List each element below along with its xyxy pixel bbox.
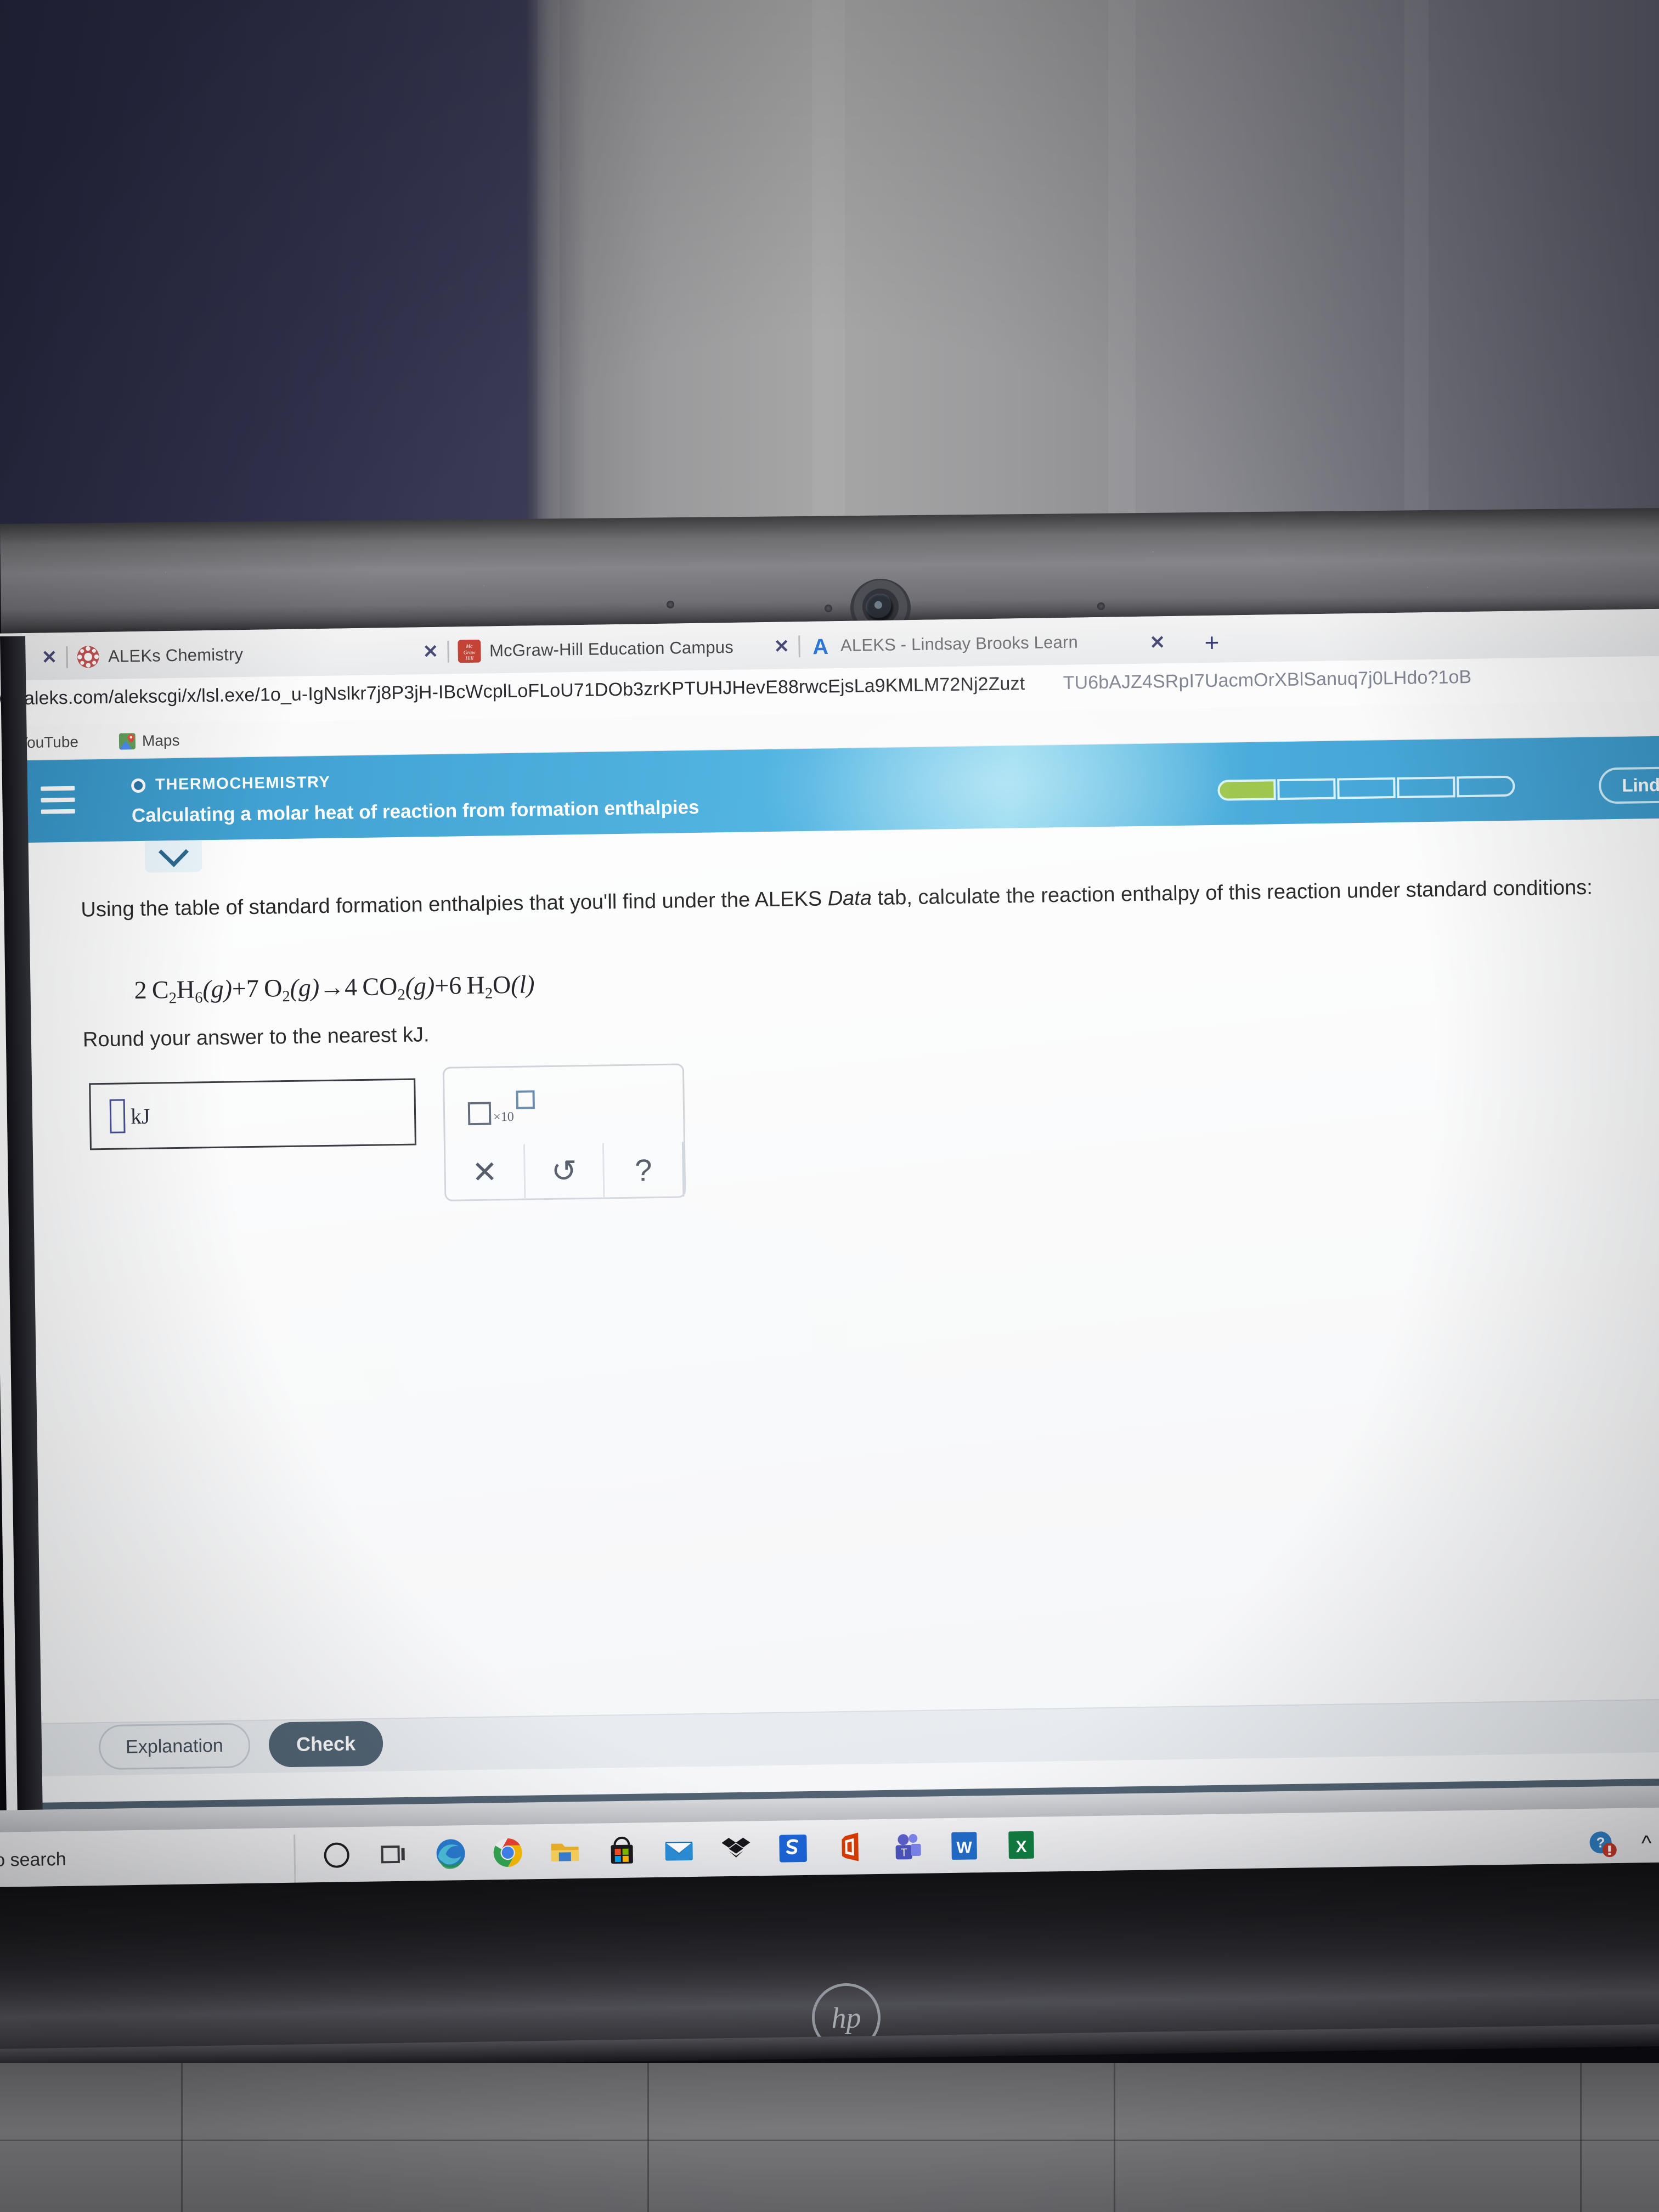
action-bar: ^ Explanation Check bbox=[27, 1699, 1659, 1777]
taskbar-icon-group: T W X bbox=[318, 1827, 1040, 1874]
file-explorer-icon[interactable] bbox=[546, 1833, 583, 1870]
svg-text:A: A bbox=[812, 635, 828, 658]
microsoft-excel-icon[interactable]: X bbox=[1003, 1827, 1040, 1864]
answer-caret-box bbox=[109, 1099, 126, 1133]
floor-tiles bbox=[0, 2063, 1659, 2212]
help-support-icon[interactable]: ? bbox=[1585, 1827, 1620, 1861]
svg-text:T: T bbox=[900, 1847, 907, 1859]
browser-tab-aleks-lindsay-brooks[interactable]: ✕ A ALEKS - Lindsay Brooks Learn bbox=[774, 623, 1078, 666]
user-menu-button[interactable]: Lind bbox=[1598, 766, 1659, 804]
bezel-sensor-dot bbox=[825, 605, 832, 612]
curtain-fold bbox=[1404, 0, 1429, 554]
page-title: Calculating a molar heat of reaction fro… bbox=[131, 796, 699, 827]
answer-input[interactable]: kJ bbox=[89, 1078, 416, 1150]
cortana-icon[interactable] bbox=[318, 1837, 355, 1874]
aleks-page: THERMOCHEMISTRY Calculating a molar heat… bbox=[13, 736, 1659, 1863]
x10-label: ×10 bbox=[493, 1109, 514, 1125]
taskbar-divider bbox=[294, 1834, 296, 1889]
bezel-sensor-dot bbox=[667, 601, 674, 608]
svg-text:W: W bbox=[956, 1838, 972, 1857]
question-text: Using the table of standard formation en… bbox=[81, 874, 1595, 924]
topic-row: THERMOCHEMISTRY bbox=[131, 774, 331, 794]
skype-icon[interactable] bbox=[775, 1830, 811, 1867]
progress-indicator bbox=[1217, 775, 1515, 801]
curtain-fold bbox=[1108, 0, 1136, 554]
chemical-equation: 2 C2H6(g)+7 O2(g)→4 CO2(g)+6 H2O(l) bbox=[134, 970, 535, 1007]
mcgraw-hill-icon: Mc Graw Hill bbox=[457, 639, 481, 663]
tab-divider bbox=[447, 640, 449, 663]
math-tool-palette: ×10 ✕ ↺ ? bbox=[442, 1063, 686, 1201]
progress-segment bbox=[1457, 775, 1515, 798]
photo-stage: ✕ ALEKs Chemistry ✕ Mc Graw Hill McGraw-… bbox=[0, 0, 1659, 2212]
microsoft-word-icon[interactable]: W bbox=[946, 1827, 983, 1864]
svg-text:Graw: Graw bbox=[463, 650, 475, 656]
close-icon[interactable]: ✕ bbox=[1149, 631, 1165, 653]
tab-label: McGraw-Hill Education Campus bbox=[489, 637, 734, 661]
chevron-down-icon bbox=[158, 837, 189, 867]
curtain-fold bbox=[538, 0, 560, 554]
bookmark-label: YouTube bbox=[18, 733, 79, 751]
google-chrome-icon[interactable] bbox=[489, 1834, 526, 1871]
progress-segment bbox=[1337, 777, 1396, 799]
svg-text:Hill: Hill bbox=[465, 656, 473, 662]
close-icon[interactable]: ✕ bbox=[774, 635, 789, 657]
url-main: awn.aleks.com/alekscgi/x/lsl.exe/1o_u-Ig… bbox=[0, 673, 1025, 710]
curtain-fold bbox=[812, 0, 845, 554]
tab-label: ALEKS - Lindsay Brooks Learn bbox=[840, 632, 1079, 655]
dropbox-icon[interactable] bbox=[718, 1831, 754, 1867]
aleks-a-icon: A bbox=[812, 635, 828, 658]
question-text-part2: tab, calculate the reaction enthalpy of … bbox=[871, 876, 1593, 910]
url-tail: TU6bAJZ4SRpI7UacmOrXBlSanuq7j0LHdo?1oB bbox=[1063, 666, 1472, 693]
exponent-placeholder-box bbox=[516, 1090, 535, 1109]
new-tab-button[interactable]: + bbox=[1204, 628, 1220, 657]
undo-button[interactable]: ↺ bbox=[524, 1143, 605, 1199]
tab-divider bbox=[798, 635, 800, 658]
show-hidden-icons-chevron[interactable]: ^ bbox=[1641, 1831, 1652, 1856]
check-button[interactable]: Check bbox=[268, 1720, 383, 1768]
microsoft-teams-icon[interactable]: T bbox=[889, 1829, 926, 1865]
question-text-italic: Data bbox=[827, 887, 872, 911]
bookmark-label: Maps bbox=[142, 731, 180, 749]
mail-icon[interactable] bbox=[661, 1832, 697, 1869]
progress-segment bbox=[1397, 776, 1455, 798]
close-icon[interactable]: ✕ bbox=[41, 646, 57, 668]
browser-tab-aleks-chemistry[interactable]: ✕ ALEKs Chemistry bbox=[41, 635, 243, 676]
help-button[interactable]: ? bbox=[604, 1142, 685, 1198]
svg-text:X: X bbox=[1015, 1838, 1027, 1856]
explanation-button[interactable]: Explanation bbox=[98, 1723, 251, 1770]
bookmark-maps[interactable]: Maps bbox=[119, 731, 180, 750]
system-tray: ? ^ bbox=[1585, 1826, 1652, 1861]
progress-segment bbox=[1277, 778, 1336, 800]
webcam-lens bbox=[866, 594, 894, 622]
answer-unit-label: kJ bbox=[130, 1103, 150, 1128]
scientific-notation-button[interactable]: ×10 bbox=[467, 1090, 535, 1126]
bezel-sensor-dot bbox=[1097, 602, 1105, 610]
collapse-header-button[interactable] bbox=[144, 837, 202, 873]
browser-tab-mcgraw-hill[interactable]: ✕ Mc Graw Hill McGraw-Hill Education Cam… bbox=[422, 628, 733, 671]
mantissa-placeholder-box bbox=[467, 1102, 492, 1126]
progress-segment-filled bbox=[1217, 779, 1276, 801]
clear-button[interactable]: ✕ bbox=[445, 1144, 526, 1200]
laptop-screen: ✕ ALEKs Chemistry ✕ Mc Graw Hill McGraw-… bbox=[0, 608, 1659, 1863]
aleks-icon bbox=[77, 646, 99, 668]
topic-label: THERMOCHEMISTRY bbox=[155, 773, 331, 794]
microsoft-office-icon[interactable] bbox=[832, 1829, 868, 1866]
tab-divider bbox=[65, 646, 68, 668]
task-view-icon[interactable] bbox=[375, 1836, 412, 1873]
topic-bullet-icon bbox=[131, 778, 146, 793]
microsoft-store-icon[interactable] bbox=[603, 1832, 640, 1869]
question-text-part1: Using the table of standard formation en… bbox=[81, 887, 828, 922]
microsoft-edge-icon[interactable] bbox=[432, 1835, 469, 1872]
google-maps-icon bbox=[119, 732, 136, 750]
menu-hamburger-icon[interactable] bbox=[41, 786, 75, 815]
palette-button-row: ✕ ↺ ? bbox=[445, 1142, 685, 1200]
close-icon[interactable]: ✕ bbox=[422, 641, 438, 663]
tab-label: ALEKs Chemistry bbox=[108, 645, 244, 666]
taskbar-search-text[interactable]: to search bbox=[0, 1849, 66, 1871]
background-dark-panel bbox=[0, 0, 527, 554]
round-instruction: Round your answer to the nearest kJ. bbox=[82, 1023, 430, 1052]
svg-text:Mc: Mc bbox=[465, 644, 473, 650]
